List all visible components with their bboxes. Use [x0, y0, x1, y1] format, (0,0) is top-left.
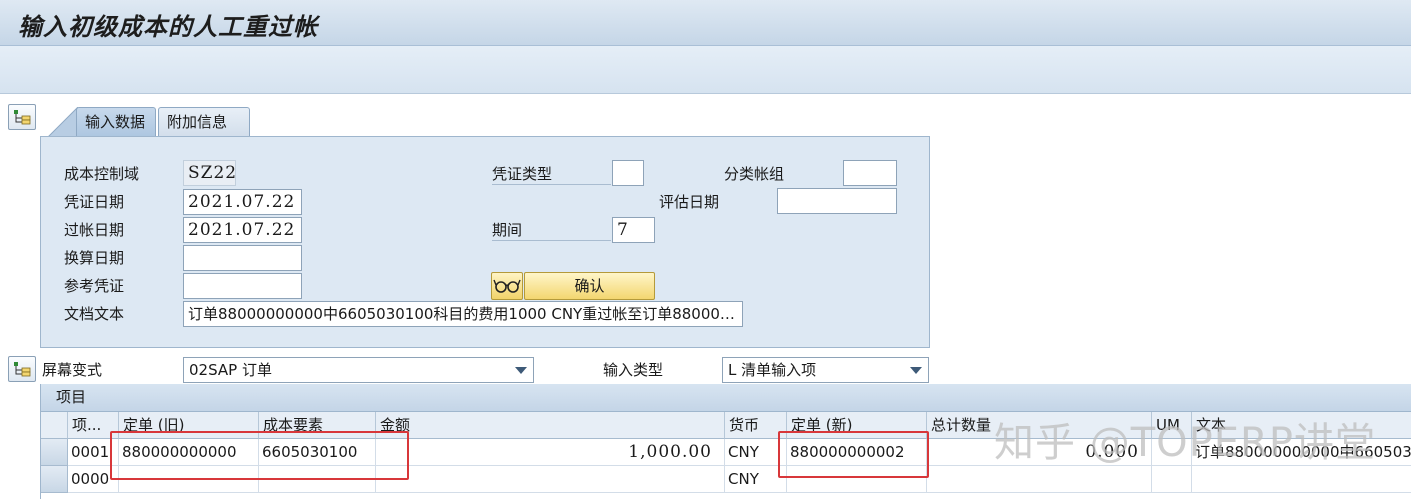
ledger-group-field[interactable] — [843, 160, 897, 186]
col-header-currency[interactable]: 货币 — [725, 412, 787, 439]
valuation-date-label: 评估日期 — [659, 193, 720, 211]
select-all-header[interactable] — [41, 412, 68, 439]
tab-slope — [48, 107, 78, 137]
cell-text[interactable]: 订单880000000000中6605030100 — [1192, 439, 1411, 466]
chevron-down-icon — [515, 367, 527, 374]
cell-um[interactable] — [1152, 439, 1192, 466]
cell-amount[interactable] — [376, 466, 725, 493]
screen-variant-dropdown[interactable]: 02SAP 订单 — [183, 357, 534, 383]
period-label: 期间 — [492, 219, 611, 241]
expand-header-button[interactable] — [8, 104, 36, 130]
items-table-title: 项目 — [41, 384, 1411, 412]
tree-toggle-icon — [14, 362, 31, 377]
cell-item[interactable]: 0000 — [68, 466, 119, 493]
input-type-label: 输入类型 — [603, 361, 664, 379]
period-field[interactable]: 7 — [612, 217, 655, 243]
window-title: 输入初级成本的人工重过帐 — [18, 12, 318, 41]
cell-currency[interactable]: CNY — [725, 466, 787, 493]
controlling-area-field: SZ22 — [183, 160, 236, 186]
ledger-group-label: 分类帐组 — [724, 165, 785, 183]
confirm-button[interactable]: 确认 — [524, 272, 655, 300]
col-header-old-order[interactable]: 定单 (旧) — [119, 412, 259, 439]
ref-document-label: 参考凭证 — [64, 277, 125, 295]
col-header-total-qty[interactable]: 总计数量 — [927, 412, 1152, 439]
cell-cost-element[interactable]: 6605030100 — [259, 439, 376, 466]
cell-um[interactable] — [1152, 466, 1192, 493]
screen-variant-value: 02SAP 订单 — [189, 361, 272, 379]
cell-new-order[interactable]: 880000000002 — [787, 439, 927, 466]
posting-date-field[interactable]: 2021.07.22 — [183, 217, 302, 243]
col-header-item[interactable]: 项... — [68, 412, 119, 439]
doc-text-label: 文档文本 — [64, 305, 125, 323]
cell-currency[interactable]: CNY — [725, 439, 787, 466]
glasses-icon — [493, 279, 521, 293]
tree-toggle-icon — [14, 110, 31, 125]
application-toolbar — [0, 46, 1411, 94]
document-type-label: 凭证类型 — [492, 163, 611, 185]
document-type-field[interactable] — [612, 160, 644, 186]
row-selector[interactable] — [41, 466, 68, 493]
cell-new-order[interactable] — [787, 466, 927, 493]
expand-variant-button[interactable] — [8, 356, 36, 382]
cell-item[interactable]: 0001 — [68, 439, 119, 466]
cell-amount[interactable]: 1,000.00 — [376, 439, 725, 466]
cell-total-qty[interactable]: 0.000 — [927, 439, 1152, 466]
cell-old-order[interactable]: 880000000000 — [119, 439, 259, 466]
col-header-text[interactable]: 文本 — [1192, 412, 1411, 439]
input-type-dropdown[interactable]: L 清单输入项 — [722, 357, 929, 383]
title-bar: 输入初级成本的人工重过帐 — [0, 0, 1411, 46]
translation-date-label: 换算日期 — [64, 249, 125, 267]
toggle-icon-button[interactable] — [491, 272, 523, 300]
col-header-amount[interactable]: 金额 — [376, 412, 725, 439]
input-type-value: L 清单输入项 — [728, 361, 817, 379]
cell-text[interactable] — [1192, 466, 1411, 493]
col-header-new-order[interactable]: 定单 (新) — [787, 412, 927, 439]
row-selector[interactable] — [41, 439, 68, 466]
items-table: 项目 项... 定单 (旧) 成本要素 金额 货币 定单 (新) 总计数量 UM… — [40, 384, 1411, 499]
doc-text-field[interactable]: 订单88000000000中6605030100科目的费用1000 CNY重过帐… — [183, 301, 743, 327]
tab-input-data[interactable]: 输入数据 — [76, 107, 156, 137]
controlling-area-label: 成本控制域 — [64, 165, 140, 183]
document-date-field[interactable]: 2021.07.22 — [183, 189, 302, 215]
col-header-um[interactable]: UM — [1152, 412, 1192, 439]
translation-date-field[interactable] — [183, 245, 302, 271]
chevron-down-icon — [910, 367, 922, 374]
ref-document-field[interactable] — [183, 273, 302, 299]
cell-old-order[interactable] — [119, 466, 259, 493]
cell-total-qty[interactable] — [927, 466, 1152, 493]
document-date-label: 凭证日期 — [64, 193, 125, 211]
cell-cost-element[interactable] — [259, 466, 376, 493]
valuation-date-field[interactable] — [777, 188, 897, 214]
posting-date-label: 过帐日期 — [64, 221, 125, 239]
tab-additional-info[interactable]: 附加信息 — [158, 107, 250, 137]
col-header-cost-element[interactable]: 成本要素 — [259, 412, 376, 439]
screen-variant-label: 屏幕变式 — [42, 361, 103, 379]
